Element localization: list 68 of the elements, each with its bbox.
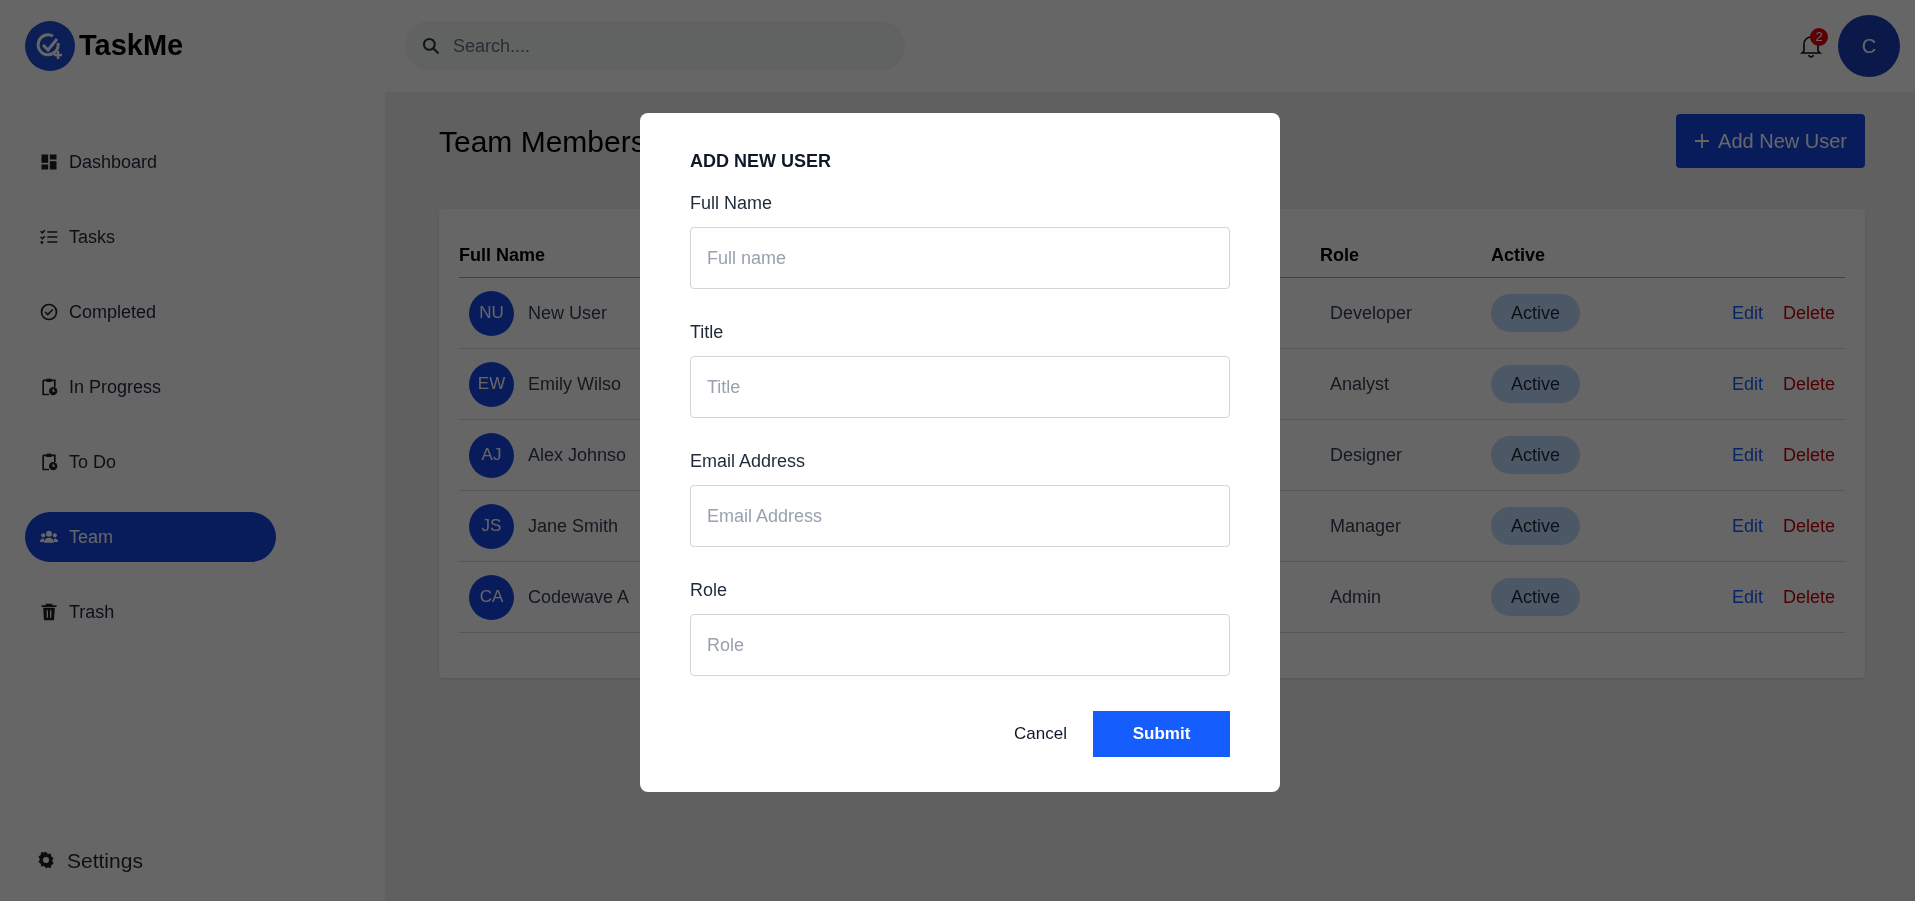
member-name: Jane Smith <box>528 514 619 538</box>
delete-link[interactable]: Delete <box>1782 370 1835 398</box>
logo-icon <box>25 21 75 71</box>
avatar-initials: JS <box>469 503 514 549</box>
text-input[interactable]: Role <box>690 614 1230 676</box>
clipboard-clock-icon <box>39 452 59 472</box>
sidebar-item[interactable]: Trash <box>25 587 276 637</box>
member-role: Developer <box>1329 301 1414 325</box>
field-label: Role <box>690 579 729 602</box>
bell-icon[interactable] <box>1800 34 1822 58</box>
submit-button[interactable]: Submit <box>1093 711 1230 757</box>
sidebar-item[interactable]: Team <box>25 512 276 562</box>
edit-link[interactable]: Edit <box>1731 512 1763 540</box>
avatar-initials: NU <box>469 290 514 336</box>
text-input[interactable]: Email Address <box>690 485 1230 547</box>
member-role: Analyst <box>1329 372 1391 396</box>
member-name: Alex Johnso <box>528 443 627 467</box>
field-label: Email Address <box>690 450 807 473</box>
delete-link[interactable]: Delete <box>1782 512 1835 540</box>
member-name: Emily Wilso <box>528 372 621 396</box>
clipboard-clock-icon <box>39 377 59 397</box>
check-circle-icon <box>39 302 59 322</box>
user-avatar[interactable]: C <box>1838 15 1900 77</box>
delete-link[interactable]: Delete <box>1782 583 1835 611</box>
sidebar-item[interactable]: Tasks <box>25 212 276 262</box>
status-badge: Active <box>1491 507 1581 545</box>
member-name: New User <box>528 301 607 325</box>
sidebar-item[interactable]: To Do <box>25 437 276 487</box>
avatar-initials: EW <box>469 361 514 407</box>
edit-link[interactable]: Edit <box>1731 370 1763 398</box>
dialog-title: ADD NEW USER <box>690 150 832 173</box>
trash-icon <box>39 602 59 622</box>
plus-icon <box>1694 133 1711 149</box>
sidebar-item[interactable]: Dashboard <box>25 137 276 187</box>
member-role: Admin <box>1329 585 1383 609</box>
column-header: Full Name <box>459 245 546 265</box>
avatar-initials: CA <box>469 574 514 620</box>
app-name: TaskMe <box>79 28 184 64</box>
text-input[interactable]: Title <box>690 356 1230 418</box>
status-badge: Active <box>1491 294 1581 332</box>
edit-link[interactable]: Edit <box>1731 583 1763 611</box>
page-title: Team Members <box>439 123 646 160</box>
settings-link[interactable]: Settings <box>25 844 360 876</box>
status-badge: Active <box>1491 578 1581 616</box>
edit-link[interactable]: Edit <box>1731 441 1763 469</box>
status-badge: Active <box>1491 365 1581 403</box>
settings-icon <box>37 851 55 870</box>
member-role: Designer <box>1329 443 1404 467</box>
search-icon <box>421 36 441 56</box>
delete-link[interactable]: Delete <box>1782 299 1835 327</box>
status-badge: Active <box>1491 436 1581 474</box>
member-role: Manager <box>1329 514 1403 538</box>
checklist-icon <box>39 227 59 247</box>
dashboard-icon <box>39 152 59 172</box>
field-label: Full Name <box>690 192 774 215</box>
column-header: Active <box>1491 244 1546 267</box>
member-name: Codewave A <box>528 585 630 609</box>
edit-link[interactable]: Edit <box>1731 299 1763 327</box>
delete-link[interactable]: Delete <box>1782 441 1835 469</box>
field-label: Title <box>690 321 725 344</box>
sidebar-item[interactable]: In Progress <box>25 362 276 412</box>
cancel-button[interactable]: Cancel <box>1010 721 1071 747</box>
add-user-button[interactable]: Add New User <box>1676 114 1865 168</box>
notification-badge: 2 <box>1810 28 1828 46</box>
column-header: Role <box>1320 245 1359 265</box>
sidebar-item[interactable]: Completed <box>25 287 276 337</box>
avatar-initials: AJ <box>469 432 514 478</box>
text-input[interactable]: Full name <box>690 227 1230 289</box>
